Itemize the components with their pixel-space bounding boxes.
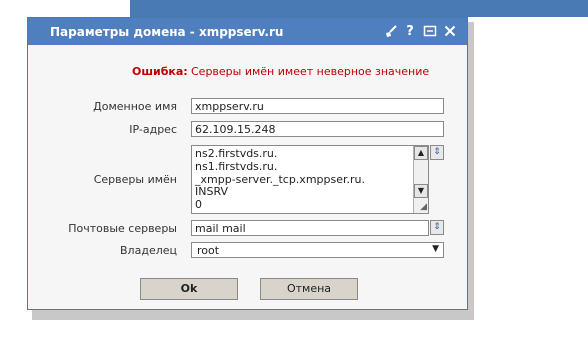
name-servers-scrollbar[interactable]: ▲ ▼ ◢ xyxy=(413,146,428,213)
ns-row: 0 xyxy=(195,198,202,212)
owner-label: Владелец xyxy=(120,244,177,257)
broom-icon[interactable] xyxy=(383,23,397,39)
maximize-icon[interactable] xyxy=(423,23,437,39)
name-servers-rows: ns2.firstvds.ru. ns1.firstvds.ru. _xmpp-… xyxy=(195,147,365,212)
ip-address-field[interactable]: 62.109.15.248 xyxy=(191,121,444,137)
background-bar xyxy=(130,0,588,17)
domain-settings-dialog: Параметры домена - xmppserv.ru ? Ошибка:… xyxy=(27,17,468,310)
domain-name-field[interactable]: xmppserv.ru xyxy=(191,98,444,114)
resize-grip-icon[interactable]: ◢ xyxy=(420,202,427,212)
name-servers-textarea[interactable]: ns2.firstvds.ru. ns1.firstvds.ru. _xmpp-… xyxy=(191,145,429,214)
error-label: Ошибка: xyxy=(132,65,188,78)
dropdown-arrow-icon[interactable]: ▼ xyxy=(432,244,439,254)
titlebar-icons: ? xyxy=(383,23,457,39)
mail-servers-label: Почтовые серверы xyxy=(68,222,177,235)
ns-row: INSRV xyxy=(195,185,229,199)
name-servers-label: Серверы имён xyxy=(93,173,177,186)
ns-row: ns1.firstvds.ru. xyxy=(195,159,278,173)
help-icon[interactable]: ? xyxy=(403,23,417,39)
ok-button[interactable]: Ok xyxy=(140,278,238,300)
close-icon[interactable] xyxy=(443,23,457,39)
domain-name-label: Доменное имя xyxy=(93,100,177,113)
name-servers-expand-icon[interactable]: ⇕ xyxy=(430,145,444,160)
ip-address-label: IP-адрес xyxy=(129,123,177,136)
owner-select[interactable]: root ▼ xyxy=(191,242,444,258)
error-message: Серверы имён имеет неверное значение xyxy=(191,65,430,78)
owner-value: root xyxy=(197,244,220,257)
mail-servers-field[interactable]: mail mail xyxy=(191,220,429,236)
dialog-title: Параметры домена - xmppserv.ru xyxy=(50,25,284,39)
scroll-down-icon[interactable]: ▼ xyxy=(414,184,428,198)
dialog-titlebar[interactable]: Параметры домена - xmppserv.ru ? xyxy=(28,18,467,45)
ns-row: ns2.firstvds.ru. xyxy=(195,147,278,160)
background-header xyxy=(0,0,588,17)
mail-servers-expand-icon[interactable]: ⇕ xyxy=(430,220,444,235)
cancel-button[interactable]: Отмена xyxy=(260,278,358,300)
scroll-up-icon[interactable]: ▲ xyxy=(414,146,428,160)
